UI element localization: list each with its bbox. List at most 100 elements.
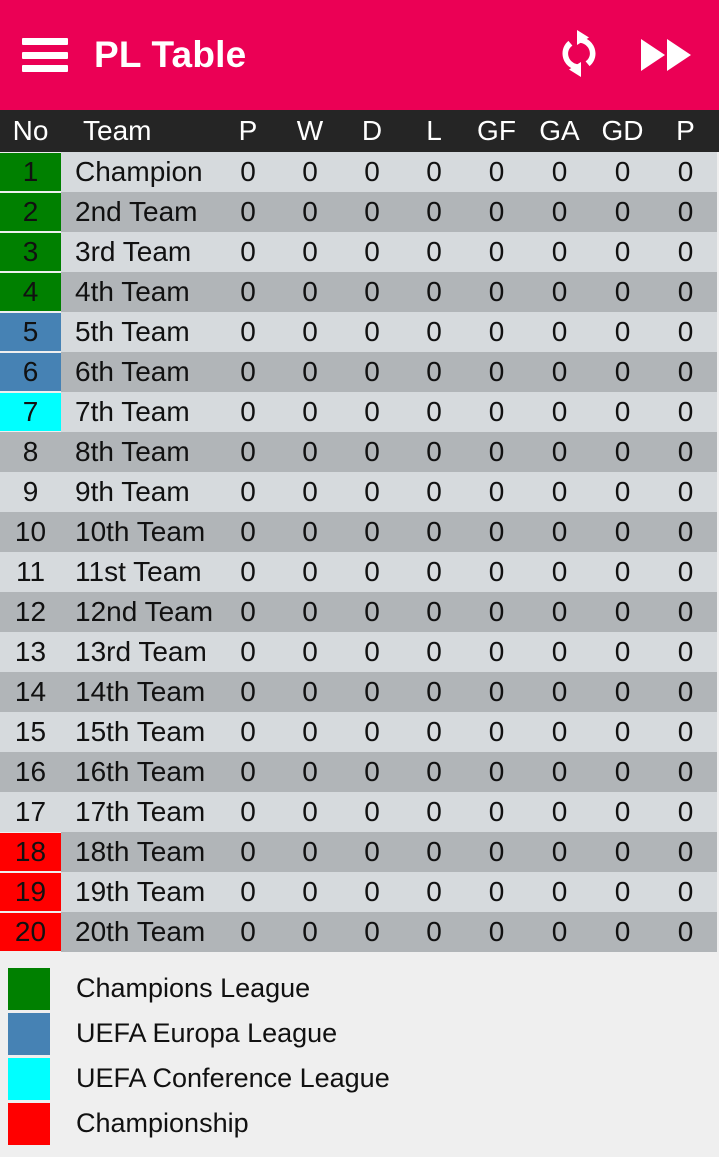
hamburger-menu-icon[interactable] (22, 38, 68, 72)
row-gd-value: 0 (591, 192, 654, 232)
legend-label: UEFA Conference League (76, 1063, 390, 1093)
row-position-badge: 16 (0, 752, 61, 792)
row-l-value: 0 (403, 512, 465, 552)
hamburger-bar-2 (22, 51, 68, 59)
table-row[interactable]: 12 12nd Team 0 0 0 0 0 0 0 0 (0, 592, 719, 632)
row-position-badge: 9 (0, 472, 61, 512)
row-pts-value: 0 (654, 512, 717, 552)
row-w-value: 0 (279, 352, 341, 392)
row-w-value: 0 (279, 832, 341, 872)
row-p-value: 0 (217, 792, 279, 832)
row-gf-value: 0 (465, 672, 528, 712)
table-row[interactable]: 8 8th Team 0 0 0 0 0 0 0 0 (0, 432, 719, 472)
row-gd-value: 0 (591, 792, 654, 832)
legend-label: UEFA Europa League (76, 1018, 338, 1048)
row-position-badge: 12 (0, 592, 61, 632)
row-w-value: 0 (279, 752, 341, 792)
table-row[interactable]: 1 Champion 0 0 0 0 0 0 0 0 (0, 152, 719, 192)
table-row[interactable]: 9 9th Team 0 0 0 0 0 0 0 0 (0, 472, 719, 512)
row-gf-value: 0 (465, 392, 528, 432)
row-gf-value: 0 (465, 872, 528, 912)
row-team-name: 19th Team (61, 872, 217, 912)
row-ga-value: 0 (528, 232, 591, 272)
table-row[interactable]: 17 17th Team 0 0 0 0 0 0 0 0 (0, 792, 719, 832)
row-l-value: 0 (403, 192, 465, 232)
row-team-name: 3rd Team (61, 232, 217, 272)
row-team-name: 20th Team (61, 912, 217, 952)
table-row[interactable]: 16 16th Team 0 0 0 0 0 0 0 0 (0, 752, 719, 792)
row-pts-value: 0 (654, 792, 717, 832)
row-d-value: 0 (341, 832, 403, 872)
row-pts-value: 0 (654, 152, 717, 192)
row-d-value: 0 (341, 752, 403, 792)
table-row[interactable]: 15 15th Team 0 0 0 0 0 0 0 0 (0, 712, 719, 752)
table-row[interactable]: 7 7th Team 0 0 0 0 0 0 0 0 (0, 392, 719, 432)
row-team-name: 14th Team (61, 672, 217, 712)
row-gd-value: 0 (591, 712, 654, 752)
row-gf-value: 0 (465, 832, 528, 872)
row-position-badge: 15 (0, 712, 61, 752)
row-team-name: 8th Team (61, 432, 217, 472)
row-l-value: 0 (403, 272, 465, 312)
row-p-value: 0 (217, 192, 279, 232)
row-p-value: 0 (217, 672, 279, 712)
row-d-value: 0 (341, 312, 403, 352)
row-ga-value: 0 (528, 872, 591, 912)
table-body: 1 Champion 0 0 0 0 0 0 0 0 2 2nd Team 0 0 0 0 0 0 0 0 3 3rd T… (0, 152, 719, 952)
table-row[interactable]: 6 6th Team 0 0 0 0 0 0 0 0 (0, 352, 719, 392)
row-l-value: 0 (403, 672, 465, 712)
table-row[interactable]: 14 14th Team 0 0 0 0 0 0 0 0 (0, 672, 719, 712)
table-row[interactable]: 11 11st Team 0 0 0 0 0 0 0 0 (0, 552, 719, 592)
row-ga-value: 0 (528, 832, 591, 872)
row-pts-value: 0 (654, 312, 717, 352)
row-p-value: 0 (217, 272, 279, 312)
table-row[interactable]: 4 4th Team 0 0 0 0 0 0 0 0 (0, 272, 719, 312)
row-l-value: 0 (403, 592, 465, 632)
fast-forward-icon[interactable] (641, 37, 693, 73)
league-table: No Team P W D L GF GA GD P 1 Champion 0 0 0 0… (0, 110, 719, 952)
row-w-value: 0 (279, 632, 341, 672)
legend-label: Champions League (76, 973, 311, 1003)
row-position-badge: 1 (0, 152, 61, 192)
column-header-gf: GF (477, 115, 516, 146)
row-l-value: 0 (403, 352, 465, 392)
row-team-name: 5th Team (61, 312, 217, 352)
row-gd-value: 0 (591, 672, 654, 712)
row-p-value: 0 (217, 632, 279, 672)
row-team-name: Champion (61, 152, 217, 192)
refresh-icon[interactable] (555, 30, 603, 80)
row-w-value: 0 (279, 232, 341, 272)
row-pts-value: 0 (654, 472, 717, 512)
column-header-p: P (238, 115, 258, 146)
table-row[interactable]: 13 13rd Team 0 0 0 0 0 0 0 0 (0, 632, 719, 672)
row-w-value: 0 (279, 792, 341, 832)
table-row[interactable]: 3 3rd Team 0 0 0 0 0 0 0 0 (0, 232, 719, 272)
hamburger-bar-3 (22, 65, 68, 72)
row-ga-value: 0 (528, 512, 591, 552)
row-l-value: 0 (403, 832, 465, 872)
row-p-value: 0 (217, 512, 279, 552)
table-row[interactable]: 19 19th Team 0 0 0 0 0 0 0 0 (0, 872, 719, 912)
table-row[interactable]: 10 10th Team 0 0 0 0 0 0 0 0 (0, 512, 719, 552)
row-ga-value: 0 (528, 552, 591, 592)
row-gd-value: 0 (591, 352, 654, 392)
row-ga-value: 0 (528, 712, 591, 752)
table-row[interactable]: 5 5th Team 0 0 0 0 0 0 0 0 (0, 312, 719, 352)
row-position-badge: 10 (0, 512, 61, 552)
legend-item-uel: UEFA Europa League (0, 1011, 719, 1056)
row-w-value: 0 (279, 512, 341, 552)
table-row[interactable]: 2 2nd Team 0 0 0 0 0 0 0 0 (0, 192, 719, 232)
row-d-value: 0 (341, 632, 403, 672)
row-gd-value: 0 (591, 832, 654, 872)
table-row[interactable]: 18 18th Team 0 0 0 0 0 0 0 0 (0, 832, 719, 872)
row-p-value: 0 (217, 392, 279, 432)
row-d-value: 0 (341, 512, 403, 552)
row-pts-value: 0 (654, 352, 717, 392)
row-pts-value: 0 (654, 672, 717, 712)
row-p-value: 0 (217, 552, 279, 592)
column-header-l: L (426, 115, 442, 146)
row-position-badge: 11 (0, 552, 61, 592)
row-position-badge: 19 (0, 872, 61, 912)
table-row[interactable]: 20 20th Team 0 0 0 0 0 0 0 0 (0, 912, 719, 952)
column-header-team: Team (61, 110, 217, 152)
